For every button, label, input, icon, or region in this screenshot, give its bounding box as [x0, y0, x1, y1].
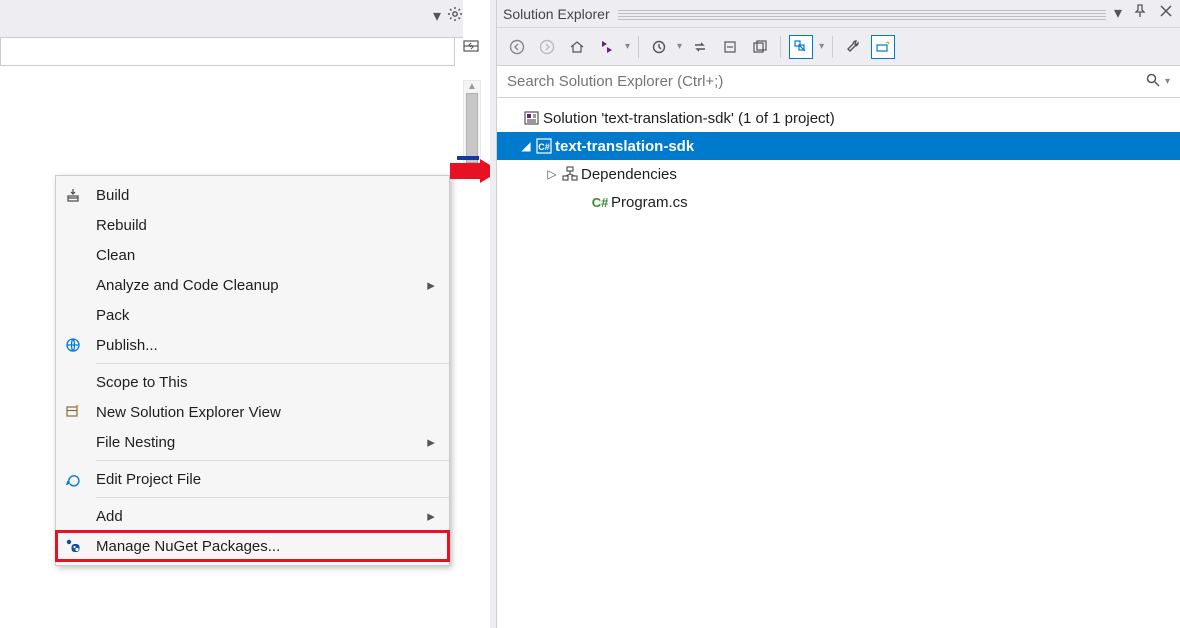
- menu-rebuild[interactable]: Rebuild: [56, 210, 449, 240]
- solution-explorer-panel: Solution Explorer ▾ ▾ ▾ ▾: [496, 0, 1180, 628]
- dropdown-icon[interactable]: ▾: [1165, 76, 1170, 87]
- tree-project-node[interactable]: ◢ C# text-translation-sdk: [497, 132, 1180, 160]
- solution-explorer-search[interactable]: ▾: [497, 66, 1180, 98]
- editor-topbar: ▾: [0, 0, 463, 38]
- menu-separator: [96, 497, 449, 498]
- menu-analyze[interactable]: Analyze and Code Cleanup ▸: [56, 270, 449, 300]
- solution-explorer-toolbar: ▾ ▾ ▾: [497, 28, 1180, 66]
- menu-clean-label: Clean: [90, 247, 421, 264]
- menu-build[interactable]: Build: [56, 180, 449, 210]
- edit-project-icon: [56, 471, 90, 487]
- menu-edit-project[interactable]: Edit Project File: [56, 464, 449, 494]
- pin-icon[interactable]: [1132, 3, 1148, 24]
- menu-file-nesting[interactable]: File Nesting ▸: [56, 427, 449, 457]
- menu-build-label: Build: [90, 187, 421, 204]
- project-context-menu: Build Rebuild Clean Analyze and Code Cle…: [55, 175, 450, 566]
- solution-explorer-title: Solution Explorer: [503, 6, 610, 22]
- dependencies-label: Dependencies: [581, 166, 677, 183]
- menu-pack-label: Pack: [90, 307, 421, 324]
- menu-publish[interactable]: Publish...: [56, 330, 449, 360]
- menu-separator: [96, 363, 449, 364]
- expander-collapse-icon[interactable]: ◢: [519, 139, 533, 153]
- show-all-files-button[interactable]: [748, 35, 772, 59]
- menu-scope[interactable]: Scope to This: [56, 367, 449, 397]
- new-view-icon: [56, 404, 90, 420]
- search-input[interactable]: [507, 73, 1145, 90]
- menu-analyze-label: Analyze and Code Cleanup: [90, 277, 421, 294]
- sync-button[interactable]: [688, 35, 712, 59]
- menu-edit-project-label: Edit Project File: [90, 471, 421, 488]
- expander-expand-icon[interactable]: ▷: [545, 167, 559, 181]
- pending-changes-filter-button[interactable]: [647, 35, 671, 59]
- switch-views-button[interactable]: [595, 35, 619, 59]
- menu-rebuild-label: Rebuild: [90, 217, 421, 234]
- close-icon[interactable]: [1158, 3, 1174, 24]
- solution-tree: Solution 'text-translation-sdk' (1 of 1 …: [497, 98, 1180, 222]
- toolbar-separator: [832, 36, 833, 58]
- menu-manage-nuget[interactable]: Manage NuGet Packages...: [56, 531, 449, 561]
- csharp-file-icon: C#: [589, 195, 611, 210]
- scroll-thumb[interactable]: [466, 93, 478, 163]
- menu-new-view[interactable]: New Solution Explorer View: [56, 397, 449, 427]
- menu-clean[interactable]: Clean: [56, 240, 449, 270]
- dropdown-icon[interactable]: ▾: [819, 41, 824, 52]
- file-label: Program.cs: [611, 194, 688, 211]
- titlebar-grip: [618, 8, 1106, 20]
- tree-dependencies-node[interactable]: ▷ Dependencies: [497, 160, 1180, 188]
- menu-manage-nuget-label: Manage NuGet Packages...: [90, 538, 421, 555]
- forward-button[interactable]: [535, 35, 559, 59]
- dropdown-icon[interactable]: ▾: [677, 41, 682, 52]
- back-button[interactable]: [505, 35, 529, 59]
- project-label: text-translation-sdk: [555, 138, 694, 155]
- dropdown-icon[interactable]: ▾: [433, 6, 441, 27]
- tree-solution-node[interactable]: Solution 'text-translation-sdk' (1 of 1 …: [497, 104, 1180, 132]
- menu-add-label: Add: [90, 508, 421, 525]
- menu-pack[interactable]: Pack: [56, 300, 449, 330]
- collapse-all-button[interactable]: [718, 35, 742, 59]
- home-button[interactable]: [565, 35, 589, 59]
- preview-selected-button[interactable]: [789, 35, 813, 59]
- properties-button[interactable]: [841, 35, 865, 59]
- submenu-arrow-icon: ▸: [421, 433, 441, 451]
- menu-separator: [96, 460, 449, 461]
- submenu-arrow-icon: ▸: [421, 507, 441, 525]
- menu-scope-label: Scope to This: [90, 374, 421, 391]
- gear-icon[interactable]: [447, 6, 463, 27]
- dependencies-icon: [559, 165, 581, 183]
- tree-file-node[interactable]: C# Program.cs: [497, 188, 1180, 216]
- toolbar-separator: [780, 36, 781, 58]
- preview-button[interactable]: [871, 35, 895, 59]
- split-window-icon[interactable]: [463, 38, 479, 59]
- submenu-arrow-icon: ▸: [421, 276, 441, 294]
- csharp-project-icon: C#: [533, 137, 555, 155]
- svg-text:C#: C#: [538, 142, 550, 152]
- window-menu-icon[interactable]: ▾: [1114, 3, 1122, 24]
- toolbar-separator: [638, 36, 639, 58]
- solution-label: Solution 'text-translation-sdk' (1 of 1 …: [543, 110, 835, 127]
- tab-well[interactable]: [0, 38, 455, 66]
- build-icon: [56, 187, 90, 203]
- search-icon[interactable]: [1145, 72, 1161, 91]
- publish-icon: [56, 337, 90, 353]
- solution-explorer-titlebar[interactable]: Solution Explorer ▾: [497, 0, 1180, 28]
- menu-file-nesting-label: File Nesting: [90, 434, 421, 451]
- nuget-icon: [56, 538, 90, 554]
- menu-add[interactable]: Add ▸: [56, 501, 449, 531]
- dropdown-icon[interactable]: ▾: [625, 41, 630, 52]
- menu-new-view-label: New Solution Explorer View: [90, 404, 421, 421]
- menu-publish-label: Publish...: [90, 337, 421, 354]
- solution-icon: [521, 109, 543, 127]
- scroll-up-arrow[interactable]: ▲: [464, 81, 480, 93]
